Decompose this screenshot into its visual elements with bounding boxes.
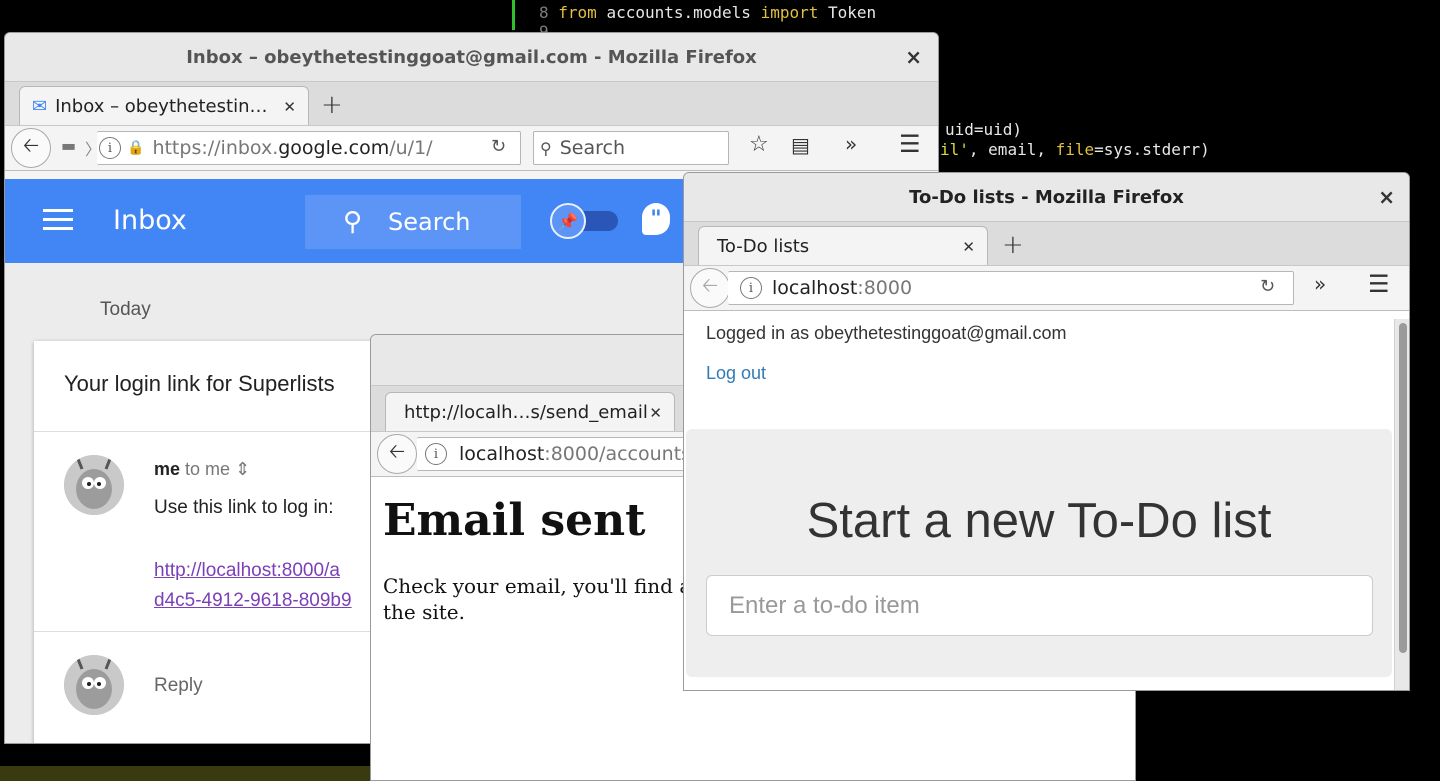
reply-button[interactable]: Reply	[154, 675, 203, 697]
keyword: from	[558, 3, 597, 22]
search-placeholder: Search	[559, 137, 625, 159]
app-search-label: Search	[388, 208, 471, 236]
close-icon[interactable]: ×	[1378, 185, 1395, 209]
page-heading: Start a new To-Do list	[806, 494, 1272, 548]
envelope-icon: ✉	[32, 96, 48, 117]
tab-send-email[interactable]: http://localh…s/send_email ✕	[385, 392, 675, 432]
terminal-status-strip	[0, 766, 372, 781]
url-text: localhost:8000	[772, 277, 913, 299]
hamburger-menu-icon[interactable]	[43, 209, 73, 236]
close-icon[interactable]: ✕	[962, 238, 975, 256]
tab-inbox[interactable]: ✉ Inbox – obeythetestin… ✕	[19, 86, 309, 126]
todo-browser-window: To-Do lists - Mozilla Firefox × To-Do li…	[683, 172, 1410, 691]
code-text: , email,	[968, 140, 1056, 159]
tab-label: To-Do lists	[717, 236, 810, 257]
back-arrow-icon[interactable]: 🡠	[377, 434, 417, 474]
logged-in-text: Logged in as obeythetestinggoat@gmail.co…	[706, 323, 1067, 343]
url-text: https://inbox.google.com/u/1/	[152, 137, 433, 159]
hangouts-icon[interactable]: "	[642, 203, 670, 235]
code-text: =sys.stderr)	[1094, 140, 1210, 159]
app-title: Inbox	[113, 205, 187, 236]
line-number: 8	[539, 3, 549, 22]
url-bar[interactable]: i localhost:8000 ↻	[728, 271, 1294, 305]
search-icon: ⚲	[343, 207, 363, 237]
window-titlebar[interactable]: To-Do lists - Mozilla Firefox ×	[684, 173, 1409, 221]
tab-todo-lists[interactable]: To-Do lists ✕	[698, 226, 988, 266]
url-bar[interactable]: i 🔒 https://inbox.google.com/u/1/ ↻	[97, 131, 521, 165]
goat-avatar-icon	[64, 455, 124, 515]
todo-item-input[interactable]: Enter a to-do item	[706, 575, 1373, 636]
app-search-button[interactable]: ⚲ Search	[305, 195, 521, 249]
reading-list-icon[interactable]: ▤	[791, 133, 810, 157]
section-heading-today: Today	[100, 299, 151, 320]
new-list-panel: Start a new To-Do list Enter a to-do ite…	[686, 429, 1392, 677]
input-placeholder: Enter a to-do item	[729, 591, 920, 619]
search-icon: ⚲	[540, 138, 552, 158]
terminal-code-line: uid=uid)	[945, 120, 1022, 139]
navigation-bar: 🡠 i localhost:8000 ↻ » ☰	[684, 265, 1409, 311]
window-titlebar[interactable]: Inbox – obeythetestinggoat@gmail.com - M…	[5, 33, 938, 81]
pin-toggle[interactable]: 📌	[550, 203, 620, 239]
folder-icon: ▬	[61, 136, 77, 155]
lock-icon: 🔒	[127, 140, 145, 156]
hamburger-menu-icon[interactable]: ☰	[899, 130, 921, 158]
url-text: localhost:8000/accounts/	[459, 443, 698, 465]
window-title: Inbox – obeythetestinggoat@gmail.com - M…	[186, 46, 757, 68]
email-body: Use this link to log in:	[154, 497, 334, 518]
expand-details-icon: ⇕	[235, 459, 251, 479]
tab-label: Inbox – obeythetestin…	[55, 96, 268, 117]
tab-bar: To-Do lists ✕ +	[684, 221, 1409, 266]
pin-icon: 📌	[550, 203, 586, 239]
new-tab-icon[interactable]: +	[321, 90, 343, 120]
email-subject: Your login link for Superlists	[64, 371, 335, 396]
hamburger-menu-icon[interactable]: ☰	[1368, 270, 1390, 298]
tab-bar: ✉ Inbox – obeythetestin… ✕ +	[5, 81, 938, 126]
keyword: file	[1055, 140, 1095, 159]
todo-page: Logged in as obeythetestinggoat@gmail.co…	[684, 319, 1394, 690]
terminal-code-line-8: 8 from accounts.models import Token	[539, 3, 876, 22]
star-icon[interactable]: ☆	[749, 132, 769, 157]
info-icon[interactable]: i	[740, 277, 762, 299]
back-arrow-icon[interactable]: 🡠	[11, 128, 51, 168]
scrollbar-thumb[interactable]	[1399, 323, 1407, 653]
page-heading: Email sent	[383, 495, 646, 546]
email-sender: me to me ⇕	[154, 459, 251, 479]
keyword: import	[760, 3, 819, 22]
terminal-git-gutter	[512, 0, 515, 30]
goat-avatar-icon	[64, 655, 124, 715]
code-text: Token	[818, 3, 877, 22]
login-link[interactable]: http://localhost:8000/a d4c5-4912-9618-80…	[154, 556, 394, 616]
reload-icon[interactable]: ↻	[491, 136, 506, 157]
terminal-code-line: il', email, file=sys.stderr)	[940, 140, 1210, 159]
close-icon[interactable]: ✕	[649, 404, 662, 422]
code-text: uid=uid)	[945, 120, 1023, 139]
scrollbar[interactable]	[1394, 319, 1409, 690]
logout-link[interactable]: Log out	[706, 363, 766, 384]
close-icon[interactable]: ×	[905, 45, 922, 69]
navigation-bar: 🡠 ▬ 〉 i 🔒 https://inbox.google.com/u/1/ …	[5, 125, 938, 171]
code-text: accounts.models	[596, 3, 761, 22]
info-icon[interactable]: i	[99, 137, 121, 159]
search-input[interactable]: ⚲ Search	[533, 131, 729, 165]
overflow-chevron-icon[interactable]: »	[845, 132, 857, 156]
info-icon[interactable]: i	[425, 443, 447, 465]
string-literal: il'	[940, 140, 969, 159]
window-title: To-Do lists - Mozilla Firefox	[909, 186, 1184, 208]
back-arrow-icon[interactable]: 🡠	[690, 268, 730, 308]
reload-icon[interactable]: ↻	[1260, 276, 1275, 297]
new-tab-icon[interactable]: +	[1002, 230, 1024, 260]
overflow-chevron-icon[interactable]: »	[1314, 272, 1326, 296]
close-icon[interactable]: ✕	[283, 98, 296, 116]
tab-label: http://localh…s/send_email	[404, 402, 648, 423]
